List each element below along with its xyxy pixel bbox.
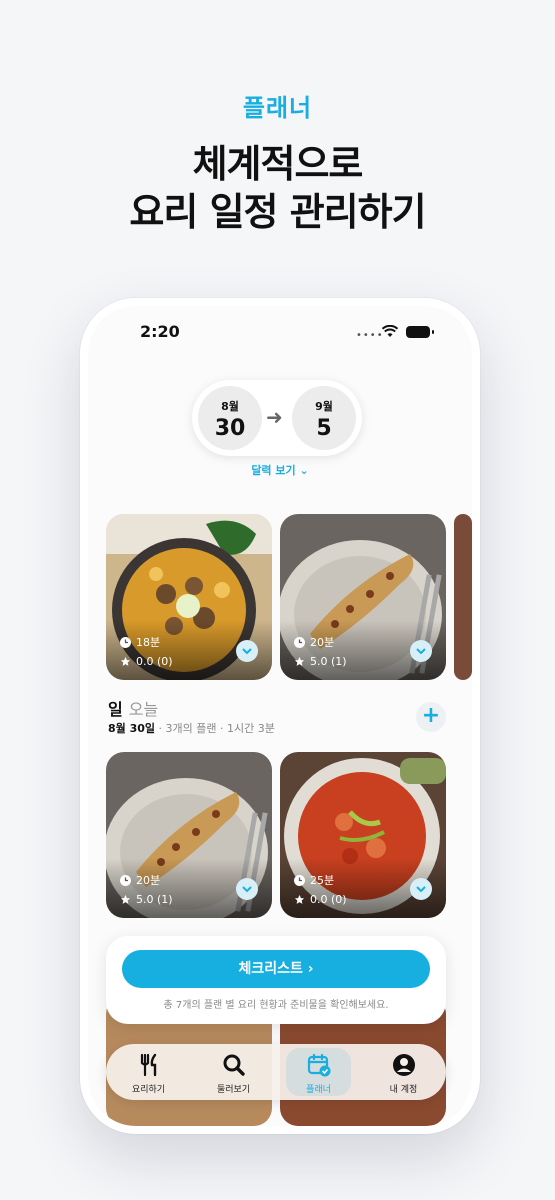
search-icon — [223, 1054, 245, 1076]
arrow-right-icon: ➜ — [266, 405, 283, 429]
rating: 0.0 (0) — [294, 893, 347, 906]
chevron-down-icon — [242, 648, 252, 655]
headline-line-1: 체계적으로 — [192, 142, 364, 186]
recipe-card[interactable]: 18분 0.0 (0) — [106, 514, 272, 680]
clock-icon — [120, 874, 131, 886]
clock-icon — [120, 636, 131, 648]
day-title: 일 오늘 — [108, 696, 158, 720]
tab-label: 요리하기 — [131, 1085, 166, 1095]
recipe-card[interactable]: 20분 5.0 (1) — [106, 752, 272, 918]
day-summary: 8월 30일 · 3개의 플랜 · 1시간 3분 — [108, 720, 275, 736]
cook-time-text: 20분 — [310, 636, 335, 649]
tab-label: 플래너 — [306, 1085, 331, 1095]
rating-text: 0.0 (0) — [310, 893, 347, 906]
battery-icon — [406, 326, 434, 338]
rating: 0.0 (0) — [120, 655, 173, 668]
tab-label: 내 계정 — [389, 1085, 418, 1095]
separator: · — [158, 722, 166, 735]
headline: 체계적으로 요리 일정 관리하기 — [0, 140, 555, 236]
total-duration: 1시간 3분 — [227, 722, 275, 735]
rating-text: 5.0 (1) — [136, 893, 173, 906]
tab-planner[interactable]: 플래너 — [276, 1044, 361, 1100]
tab-cook[interactable]: 요리하기 — [106, 1044, 191, 1100]
status-time: 2:20 — [140, 322, 180, 341]
star-icon — [120, 656, 131, 666]
start-date[interactable]: 8월 30 — [198, 386, 262, 450]
phone-screen: 2:20 •••• 8월 30 ➜ 9월 5 달력 보기 ⌄ 18분 0.0 (… — [88, 306, 472, 1126]
expand-button[interactable] — [410, 878, 432, 900]
tab-label: 둘러보기 — [216, 1085, 251, 1095]
chevron-down-icon — [242, 886, 252, 893]
star-icon — [294, 894, 305, 904]
status-bar: 2:20 •••• — [88, 306, 472, 358]
tab-account[interactable]: 내 계정 — [361, 1044, 446, 1100]
checklist-hint: 총 7개의 플랜 별 요리 현황과 준비물을 확인해보세요. — [163, 1000, 389, 1011]
tab-explore[interactable]: 둘러보기 — [191, 1044, 276, 1100]
day-date: 8월 30일 — [108, 722, 156, 735]
rating-text: 5.0 (1) — [310, 655, 347, 668]
start-month: 8월 — [221, 400, 239, 413]
calendar-view-link[interactable]: 달력 보기 ⌄ — [88, 462, 472, 478]
calendar-check-icon — [307, 1053, 331, 1077]
recipe-card[interactable]: 25분 0.0 (0) — [280, 752, 446, 918]
cook-time-text: 25분 — [310, 874, 335, 887]
tab-bar: 요리하기 둘러보기 플래너 내 계정 — [106, 1044, 446, 1100]
clock-icon — [294, 874, 305, 886]
cook-time: 20분 — [120, 872, 160, 888]
recipe-card[interactable]: 20분 5.0 (1) — [280, 514, 446, 680]
expand-button[interactable] — [236, 878, 258, 900]
expand-button[interactable] — [236, 640, 258, 662]
cook-time: 18분 — [120, 634, 160, 650]
plus-icon: + — [421, 703, 441, 728]
end-date[interactable]: 9월 5 — [292, 386, 356, 450]
date-range-selector[interactable]: 8월 30 ➜ 9월 5 — [192, 380, 362, 456]
day-label: 일 — [108, 700, 123, 719]
cook-time: 20분 — [294, 634, 334, 650]
chevron-down-icon — [416, 886, 426, 893]
recipe-card-peek[interactable] — [454, 514, 472, 680]
cook-time: 25분 — [294, 872, 334, 888]
headline-line-2: 요리 일정 관리하기 — [129, 190, 426, 234]
add-plan-button[interactable]: + — [416, 702, 446, 732]
signal-icon: •••• — [356, 330, 384, 341]
user-icon — [393, 1054, 415, 1076]
checklist-button[interactable]: 체크리스트 › — [122, 950, 430, 988]
end-month: 9월 — [315, 400, 333, 413]
clock-icon — [294, 636, 305, 648]
star-icon — [294, 656, 305, 666]
utensils-icon — [140, 1053, 157, 1077]
rating-text: 0.0 (0) — [136, 655, 173, 668]
wifi-icon — [382, 325, 398, 337]
start-day: 30 — [214, 416, 246, 441]
eyebrow-label: 플래너 — [242, 94, 313, 122]
rating: 5.0 (1) — [120, 893, 173, 906]
star-icon — [120, 894, 131, 904]
cook-time-text: 20분 — [136, 874, 161, 887]
end-day: 5 — [316, 416, 332, 441]
today-label: 오늘 — [128, 700, 159, 719]
cook-time-text: 18분 — [136, 636, 161, 649]
plan-count: 3개의 플랜 — [165, 722, 217, 735]
separator: · — [220, 722, 228, 735]
checklist-panel: 체크리스트 › 총 7개의 플랜 별 요리 현황과 준비물을 확인해보세요. — [106, 936, 446, 1024]
expand-button[interactable] — [410, 640, 432, 662]
chevron-down-icon — [416, 648, 426, 655]
rating: 5.0 (1) — [294, 655, 347, 668]
